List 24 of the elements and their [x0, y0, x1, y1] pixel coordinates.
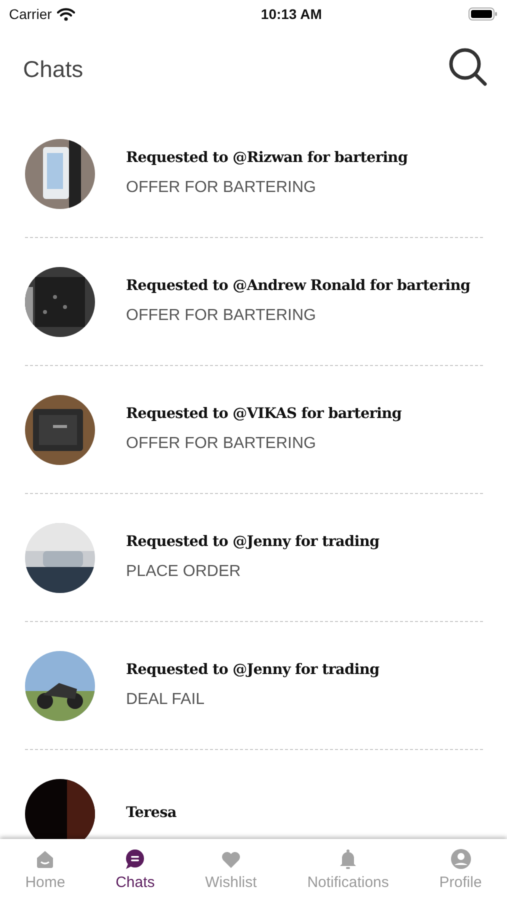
tab-item[interactable]: Home: [25, 848, 66, 891]
chat-status: OFFER FOR BARTERING: [126, 434, 317, 452]
search-icon[interactable]: [447, 46, 489, 88]
chat-title: Teresa: [126, 804, 176, 821]
tab-item[interactable]: Chats: [116, 848, 155, 891]
chat-title: Requested to @Rizwan for bartering: [126, 148, 408, 166]
page-title: Chats: [23, 56, 84, 82]
chat-status: PLACE ORDER: [126, 562, 242, 580]
carrier-label: Carrier: [9, 6, 52, 22]
chat-title: Requested to @Jenny for trading: [126, 532, 380, 550]
tab-item[interactable]: Profile: [439, 848, 482, 891]
chat-title: Requested to @VIKAS for bartering: [126, 404, 402, 422]
chat-title: Requested to @Jenny for trading: [126, 660, 380, 678]
tab-item[interactable]: Wishlist: [205, 848, 257, 891]
chat-title: Requested to @Andrew Ronald for bartering: [126, 276, 470, 294]
chat-bubble-icon: [124, 848, 146, 870]
wifi-icon: [56, 8, 75, 20]
chat-status: OFFER FOR BARTERING: [126, 306, 317, 324]
person-icon: [450, 848, 472, 870]
chat-status: OFFER FOR BARTERING: [126, 178, 317, 196]
status-time: 10:13 AM: [260, 6, 322, 22]
tab-item[interactable]: Notifications: [307, 848, 389, 891]
battery-icon: [468, 7, 498, 21]
chat-status: DEAL FAIL: [126, 690, 206, 708]
